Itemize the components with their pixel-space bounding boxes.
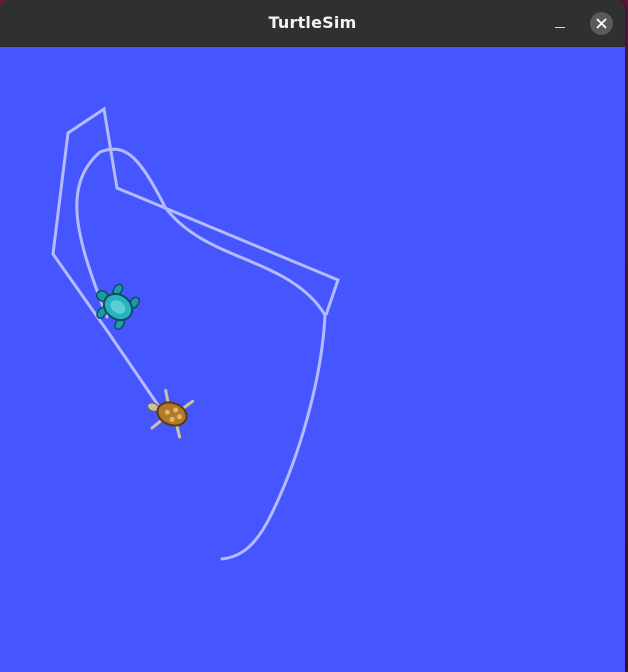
close-icon [596,18,607,29]
minimize-icon [555,27,565,28]
minimize-button[interactable] [548,12,572,36]
close-button[interactable] [590,12,613,35]
turtle-icon [146,388,195,439]
pen-trail-1 [51,106,340,409]
turtle-drawing [51,106,340,561]
pen-trail-2 [75,147,327,561]
turtle-canvas [0,47,625,672]
window-titlebar[interactable]: TurtleSim [0,0,625,47]
turtlesim-window: TurtleSim [0,0,625,672]
window-title: TurtleSim [268,13,357,32]
